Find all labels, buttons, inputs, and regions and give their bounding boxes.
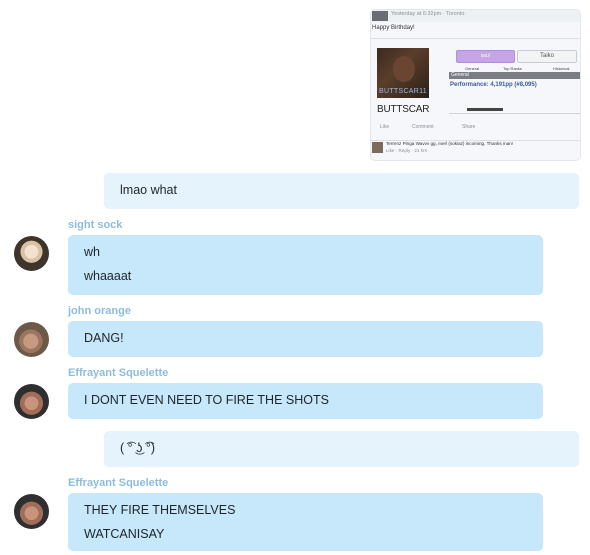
mode-tab-taiko: Taiko	[517, 50, 577, 63]
post-greeting: Happy Birthday!	[372, 25, 415, 31]
avatar[interactable]	[14, 384, 49, 419]
message-bubble-incoming[interactable]: DANG!	[68, 321, 543, 357]
comment-action: Comment	[412, 124, 434, 130]
profile-face	[393, 56, 415, 82]
comment-meta: Like · Reply · 21 hrs	[386, 148, 428, 153]
post-header-text: Yesterday at 6:32pm · Toronto	[391, 11, 465, 17]
mode-tab-osu: osu!	[456, 50, 515, 63]
sender-name[interactable]: john orange	[68, 305, 131, 317]
message-bubble-incoming[interactable]: I DONT EVEN NEED TO FIRE THE SHOTS	[68, 383, 543, 419]
avatar[interactable]	[14, 494, 49, 529]
chat-window: Yesterday at 6:32pm · Toronto Happy Birt…	[0, 0, 590, 555]
profile-banner: BUTTSCAR11	[377, 48, 429, 98]
message-text: THEY FIRE THEMSELVES	[84, 503, 236, 517]
shared-image[interactable]: Yesterday at 6:32pm · Toronto Happy Birt…	[371, 10, 580, 160]
like-action: Like	[380, 124, 390, 130]
avatar[interactable]	[14, 236, 49, 271]
profile-banner-text: BUTTSCAR11	[379, 88, 427, 95]
message-text: wh	[84, 245, 100, 259]
divider	[449, 113, 580, 114]
comment-text: Terrenz Pinga Wavvv gg, merl (sokiaz) in…	[386, 141, 514, 146]
message-text: whaaaat	[84, 269, 132, 283]
message-text: WATCANISAY	[84, 527, 165, 541]
message-text: I DONT EVEN NEED TO FIRE THE SHOTS	[84, 393, 329, 407]
sender-name[interactable]: sight sock	[68, 219, 122, 231]
sender-name[interactable]: Effrayant Squelette	[68, 367, 168, 379]
commenter-avatar	[372, 142, 383, 153]
column-general: General	[465, 66, 480, 71]
column-top-ranks: Top Ranks	[503, 66, 522, 71]
message-text: lmao what	[120, 183, 177, 197]
performance-text: Performance: 4,191pp (#8,095)	[450, 82, 537, 88]
poster-avatar	[372, 11, 388, 21]
message-bubble-outgoing[interactable]: lmao what	[104, 173, 579, 209]
sender-name[interactable]: Effrayant Squelette	[68, 477, 168, 489]
message-bubble-incoming[interactable]: wh whaaaat	[68, 235, 543, 295]
rank-graph-bar	[467, 108, 503, 111]
column-historical: Historical	[553, 66, 570, 71]
profile-name: BUTTSCAR	[377, 104, 430, 115]
section-bar: General	[449, 72, 580, 79]
divider	[371, 38, 580, 39]
message-bubble-incoming[interactable]: THEY FIRE THEMSELVES WATCANISAY	[68, 493, 543, 551]
post-actions: Like Comment Share	[372, 124, 580, 132]
share-action: Share	[462, 124, 476, 130]
message-text: ( ͡° ͜ʖ ͡°)	[120, 441, 155, 455]
message-text: DANG!	[84, 331, 124, 345]
avatar[interactable]	[14, 322, 49, 357]
shared-image-header: Yesterday at 6:32pm · Toronto	[371, 10, 580, 22]
message-bubble-outgoing[interactable]: ( ͡° ͜ʖ ͡°)	[104, 431, 579, 467]
